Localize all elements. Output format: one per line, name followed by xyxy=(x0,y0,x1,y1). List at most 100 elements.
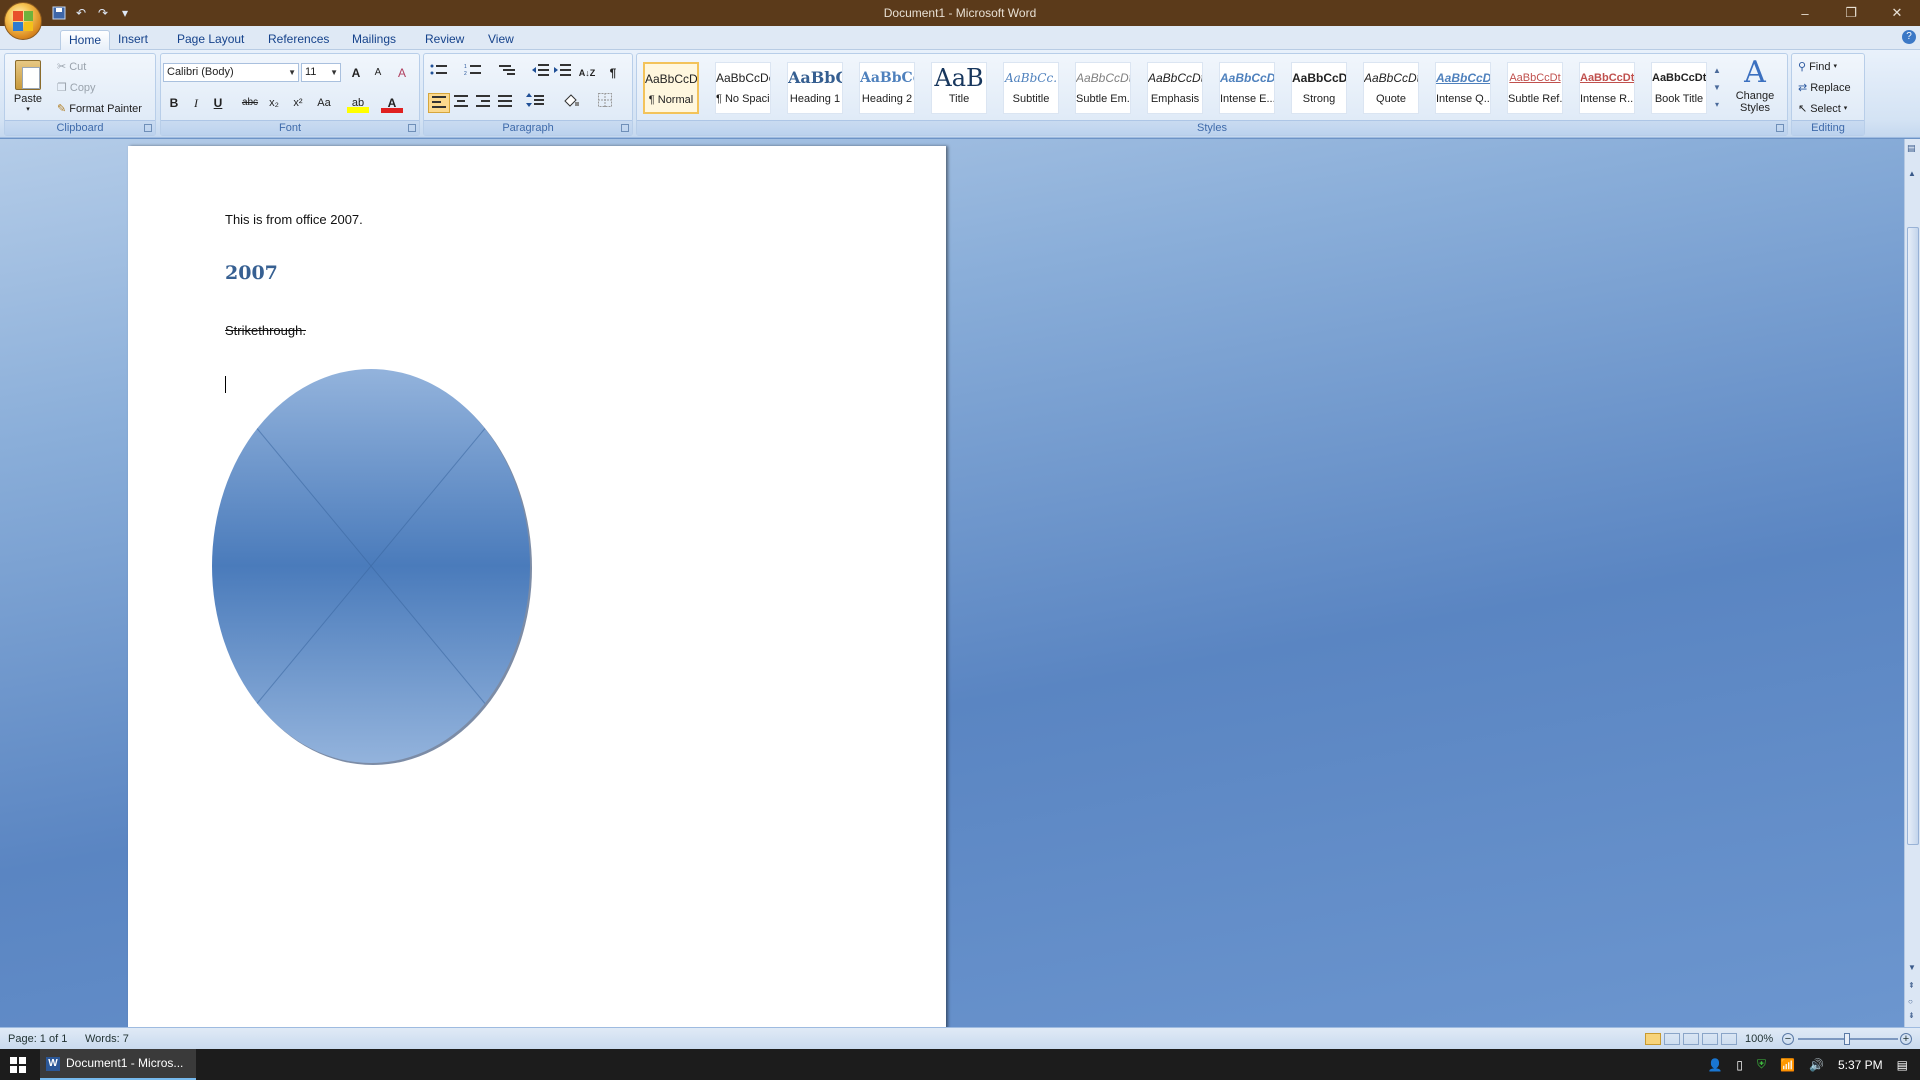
previous-page-icon[interactable]: ⇞ xyxy=(1908,981,1915,990)
page-count[interactable]: Page: 1 of 1 xyxy=(8,1028,67,1050)
replace-button[interactable]: ⇄ Replace xyxy=(1798,79,1851,97)
strikethrough-button[interactable]: abc xyxy=(239,93,261,113)
style-heading-1[interactable]: AaBbC( Heading 1 xyxy=(787,62,843,114)
network-icon[interactable]: 📶 xyxy=(1780,1058,1795,1072)
increase-indent-icon[interactable] xyxy=(552,63,574,83)
tab-page-layout[interactable]: Page Layout xyxy=(169,30,252,50)
tab-view[interactable]: View xyxy=(480,30,522,50)
tab-home[interactable]: Home xyxy=(60,30,111,50)
style-strong[interactable]: AaBbCcDt Strong xyxy=(1291,62,1347,114)
clipboard-launcher-icon[interactable] xyxy=(144,124,152,132)
tab-references[interactable]: References xyxy=(260,30,337,50)
taskbar-word-app[interactable]: W Document1 - Micros... xyxy=(40,1049,196,1080)
bold-button[interactable]: B xyxy=(163,93,185,113)
italic-button[interactable]: I xyxy=(185,93,207,113)
scroll-down-icon[interactable]: ▼ xyxy=(1908,963,1916,972)
format-painter-button[interactable]: ✎ Format Painter xyxy=(57,100,142,118)
grow-font-button[interactable]: A xyxy=(345,63,367,83)
styles-scroll[interactable]: ▲ ▼ ▾ xyxy=(1711,62,1723,114)
font-launcher-icon[interactable] xyxy=(408,124,416,132)
style-book-title[interactable]: AaBbCcDt Book Title xyxy=(1651,62,1707,114)
ellipse-shape[interactable] xyxy=(208,368,538,774)
style-no-spacing[interactable]: AaBbCcDc ¶ No Spaci... xyxy=(715,62,771,114)
office-button[interactable] xyxy=(4,2,42,40)
style-emphasis[interactable]: AaBbCcDt Emphasis xyxy=(1147,62,1203,114)
select-button[interactable]: ↖ Select ▾ xyxy=(1798,100,1847,118)
strikethrough-text[interactable]: Strikethrough. xyxy=(225,323,306,338)
tab-mailings[interactable]: Mailings xyxy=(344,30,404,50)
numbering-icon[interactable]: 12 xyxy=(462,63,484,83)
font-size-combo[interactable]: 11 ▼ xyxy=(301,63,341,82)
shading-icon[interactable] xyxy=(560,93,582,113)
copy-button[interactable]: ❐ Copy xyxy=(57,79,96,97)
bullets-icon[interactable] xyxy=(428,63,450,83)
help-icon[interactable]: ? xyxy=(1902,30,1916,44)
line-spacing-icon[interactable] xyxy=(524,93,546,113)
clock[interactable]: 5:37 PM xyxy=(1838,1058,1883,1072)
styles-launcher-icon[interactable] xyxy=(1776,124,1784,132)
change-case-button[interactable]: Aa xyxy=(313,93,335,113)
borders-icon[interactable] xyxy=(594,93,616,113)
font-color-button[interactable]: A xyxy=(381,93,403,113)
customize-qat-icon[interactable]: ▾ xyxy=(116,4,134,22)
style-subtle-reference[interactable]: AaBbCcDt Subtle Ref... xyxy=(1507,62,1563,114)
scroll-up-icon[interactable]: ▲ xyxy=(1908,169,1916,178)
zoom-level[interactable]: 100% xyxy=(1745,1028,1773,1050)
heading-text[interactable]: 2007 xyxy=(225,262,278,284)
document-area[interactable]: This is from office 2007. 2007 Strikethr… xyxy=(0,139,1904,1027)
style-title[interactable]: AaB Title xyxy=(931,62,987,114)
align-center-icon[interactable] xyxy=(450,93,472,113)
phone-icon[interactable]: ▯ xyxy=(1736,1058,1743,1072)
underline-button[interactable]: U xyxy=(207,93,229,113)
style-intense-reference[interactable]: AaBbCcDt Intense R... xyxy=(1579,62,1635,114)
sort-button[interactable]: A↓Z xyxy=(576,63,598,83)
start-button[interactable] xyxy=(0,1049,36,1080)
word-count[interactable]: Words: 7 xyxy=(85,1028,129,1050)
document-page[interactable]: This is from office 2007. 2007 Strikethr… xyxy=(128,146,946,1027)
undo-icon[interactable]: ↶ xyxy=(72,4,90,22)
save-icon[interactable] xyxy=(50,4,68,22)
paste-button[interactable]: Paste ▾ xyxy=(11,58,45,116)
show-marks-button[interactable]: ¶ xyxy=(602,63,624,83)
font-name-combo[interactable]: Calibri (Body) ▼ xyxy=(163,63,299,82)
clear-formatting-button[interactable]: A xyxy=(391,63,413,83)
style-normal[interactable]: AaBbCcDc ¶ Normal xyxy=(643,62,699,114)
style-intense-quote[interactable]: AaBbCcDt Intense Q... xyxy=(1435,62,1491,114)
next-page-icon[interactable]: ⇟ xyxy=(1908,1011,1915,1020)
tab-review[interactable]: Review xyxy=(417,30,472,50)
ruler-toggle-icon[interactable]: ▤ xyxy=(1907,143,1916,154)
style-heading-2[interactable]: AaBbCc Heading 2 xyxy=(859,62,915,114)
web-layout-icon[interactable] xyxy=(1683,1033,1699,1045)
align-right-icon[interactable] xyxy=(472,93,494,113)
restore-button[interactable]: ❐ xyxy=(1828,0,1874,26)
style-subtle-emphasis[interactable]: AaBbCcDt Subtle Em... xyxy=(1075,62,1131,114)
scroll-thumb[interactable] xyxy=(1907,227,1919,845)
multilevel-list-icon[interactable] xyxy=(496,63,518,83)
full-screen-reading-icon[interactable] xyxy=(1664,1033,1680,1045)
superscript-button[interactable]: x² xyxy=(287,93,309,113)
close-button[interactable]: ✕ xyxy=(1874,0,1920,26)
shrink-font-button[interactable]: A xyxy=(367,63,389,83)
change-styles-button[interactable]: A Change Styles xyxy=(1727,56,1783,118)
align-left-icon[interactable] xyxy=(428,93,450,113)
paste-dropdown-icon[interactable]: ▾ xyxy=(11,105,45,113)
select-browse-object-icon[interactable]: ○ xyxy=(1908,997,1913,1006)
print-layout-icon[interactable] xyxy=(1645,1033,1661,1045)
paragraph-launcher-icon[interactable] xyxy=(621,124,629,132)
cut-button[interactable]: ✂ Cut xyxy=(57,58,86,76)
style-quote[interactable]: AaBbCcDt Quote xyxy=(1363,62,1419,114)
justify-icon[interactable] xyxy=(494,93,516,113)
people-icon[interactable]: 👤 xyxy=(1707,1058,1722,1072)
tab-insert[interactable]: Insert xyxy=(110,30,156,50)
highlight-button[interactable]: ab xyxy=(347,93,369,113)
find-button[interactable]: ⚲ Find ▾ xyxy=(1798,58,1837,76)
volume-icon[interactable]: 🔊 xyxy=(1809,1058,1824,1072)
redo-icon[interactable]: ↷ xyxy=(94,4,112,22)
notifications-icon[interactable]: ▤ xyxy=(1897,1058,1908,1072)
zoom-in-icon[interactable]: + xyxy=(1900,1033,1912,1045)
outline-icon[interactable] xyxy=(1702,1033,1718,1045)
shield-icon[interactable]: ⛨ xyxy=(1757,1057,1766,1072)
subscript-button[interactable]: x₂ xyxy=(263,93,285,113)
style-intense-emphasis[interactable]: AaBbCcDt Intense E... xyxy=(1219,62,1275,114)
draft-icon[interactable] xyxy=(1721,1033,1737,1045)
